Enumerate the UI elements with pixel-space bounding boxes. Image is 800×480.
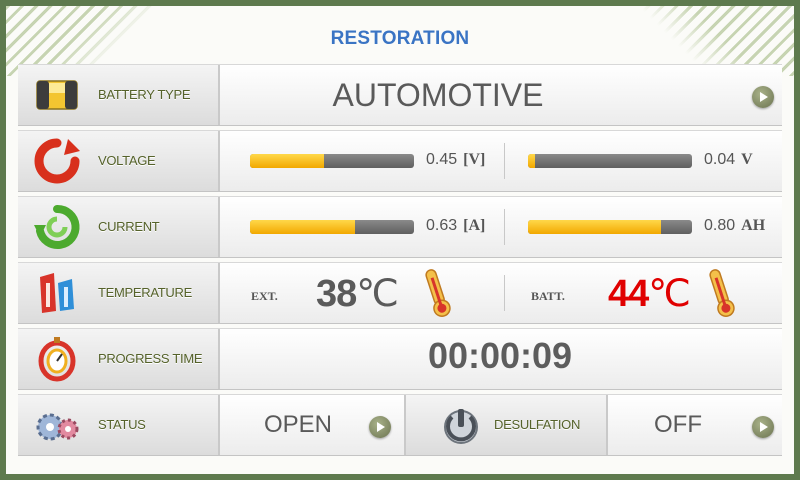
battery-icon: [36, 80, 78, 110]
current-icon: [34, 204, 80, 249]
status-gears-icon: [36, 413, 79, 441]
thermometer-ext-icon: [425, 269, 451, 317]
temperature-ext-label: EXT.: [251, 289, 278, 303]
current-ah-unit: AH: [741, 217, 766, 234]
battery-type-row[interactable]: BATTERY TYPE AUTOMOTIVE: [18, 64, 782, 126]
page-title: RESTORATION: [330, 28, 470, 49]
desulfation-play-icon[interactable]: [752, 416, 774, 438]
current-ah-value: 0.80: [704, 217, 736, 234]
status-row: STATUS OPEN DESULFATION OFF: [18, 394, 782, 456]
temperature-row: TEMPERATURE EXT. 38℃ BATT. 44℃: [18, 262, 782, 324]
temperature-ext-unit: ℃: [356, 273, 399, 315]
voltage-divider: [504, 143, 505, 179]
voltage-row: VOLTAGE 0.45 [V] 0.04 V: [18, 130, 782, 192]
temperature-batt-unit: ℃: [648, 273, 691, 315]
voltage-secondary-value: 0.04: [704, 151, 736, 168]
desulfation-label: DESULFATION: [494, 417, 581, 432]
voltage-secondary-unit: V: [741, 151, 753, 168]
current-label: CURRENT: [98, 219, 160, 234]
desulfation-value: OFF: [654, 411, 702, 438]
voltage-main-unit: [V]: [463, 151, 486, 168]
desulfation-label-cell: DESULFATION: [404, 395, 608, 455]
voltage-main-bar-fill: [250, 154, 324, 168]
current-amp-unit: [A]: [463, 217, 486, 234]
status-label: STATUS: [98, 417, 146, 432]
current-label-cell: CURRENT: [18, 197, 220, 257]
progress-time-row: PROGRESS TIME 00:00:09: [18, 328, 782, 390]
voltage-secondary-bar: [528, 154, 692, 168]
temperature-ext-value: 38: [316, 273, 357, 315]
temperature-batt-value: 44: [608, 273, 649, 315]
battery-type-label-cell: BATTERY TYPE: [18, 65, 220, 125]
voltage-icon: [34, 138, 80, 184]
progress-time-label-cell: PROGRESS TIME: [18, 329, 220, 389]
voltage-label: VOLTAGE: [98, 153, 156, 168]
temperature-batt-label: BATT.: [531, 289, 565, 303]
status-play-icon[interactable]: [369, 416, 391, 438]
current-amp-readout: 0.63 [A]: [426, 217, 485, 235]
desulfation-power-icon: [444, 409, 478, 444]
battery-type-label: BATTERY TYPE: [98, 87, 191, 102]
temperature-ext-readout: 38℃: [316, 271, 399, 316]
voltage-main-value: 0.45: [426, 151, 458, 168]
battery-type-play-icon[interactable]: [752, 86, 774, 108]
current-amp-bar: [250, 220, 414, 234]
temperature-divider: [504, 275, 505, 311]
temperature-icon: [40, 273, 74, 313]
voltage-secondary-readout: 0.04 V: [704, 151, 753, 169]
voltage-main-readout: 0.45 [V]: [426, 151, 485, 169]
voltage-main-bar: [250, 154, 414, 168]
progress-time-label: PROGRESS TIME: [98, 351, 203, 366]
main-panel: RESTORATION BATTERY TYPE AUTOMOTIVE VOLT…: [6, 6, 794, 474]
status-value: OPEN: [263, 411, 332, 438]
battery-type-value: AUTOMOTIVE: [332, 77, 544, 113]
current-ah-readout: 0.80 AH: [704, 217, 765, 235]
current-amp-value: 0.63: [426, 217, 458, 234]
progress-time-icon: [38, 337, 76, 382]
current-amp-bar-fill: [250, 220, 355, 234]
temperature-label: TEMPERATURE: [98, 285, 192, 300]
current-divider: [504, 209, 505, 245]
progress-time-value: 00:00:09: [427, 335, 573, 376]
thermometer-batt-icon: [709, 269, 735, 317]
current-row: CURRENT 0.63 [A] 0.80 AH: [18, 196, 782, 258]
temperature-batt-readout: 44℃: [608, 271, 691, 316]
status-label-cell: STATUS: [18, 395, 220, 455]
voltage-label-cell: VOLTAGE: [18, 131, 220, 191]
current-ah-bar: [528, 220, 692, 234]
temperature-label-cell: TEMPERATURE: [18, 263, 220, 323]
voltage-secondary-bar-fill: [528, 154, 535, 168]
current-ah-bar-fill: [528, 220, 661, 234]
